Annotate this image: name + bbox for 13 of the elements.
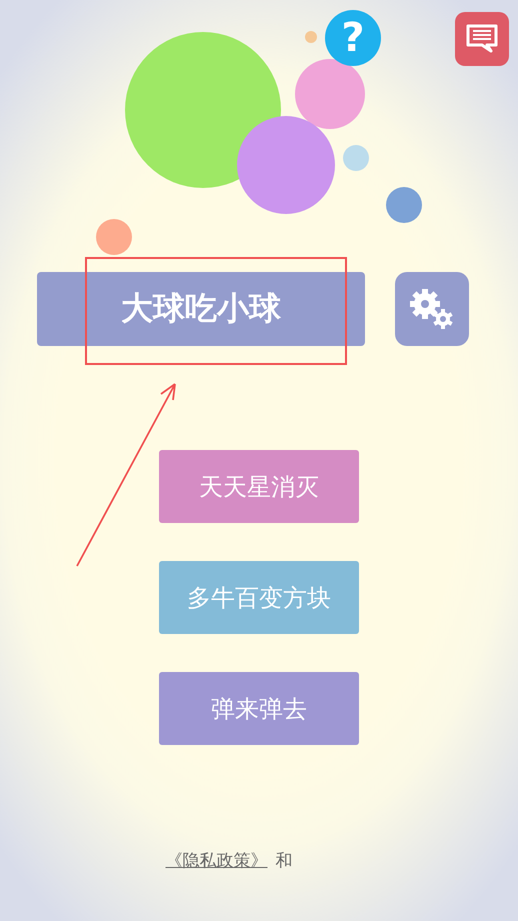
message-button[interactable] <box>455 12 509 66</box>
bubble <box>305 31 317 43</box>
bubble <box>96 219 132 255</box>
game-button[interactable]: 弹来弹去 <box>159 672 359 745</box>
settings-button[interactable] <box>395 272 469 346</box>
help-button[interactable]: ? <box>325 10 381 66</box>
title-button[interactable]: 大球吃小球 <box>37 272 365 346</box>
privacy-link[interactable]: 《隐私政策》 <box>166 849 268 872</box>
footer-text: 和 <box>276 850 292 872</box>
bubble <box>343 145 369 171</box>
bubble <box>386 187 422 223</box>
game-button[interactable]: 天天星消灭 <box>159 450 359 523</box>
game-button[interactable]: 多牛百变方块 <box>159 561 359 634</box>
